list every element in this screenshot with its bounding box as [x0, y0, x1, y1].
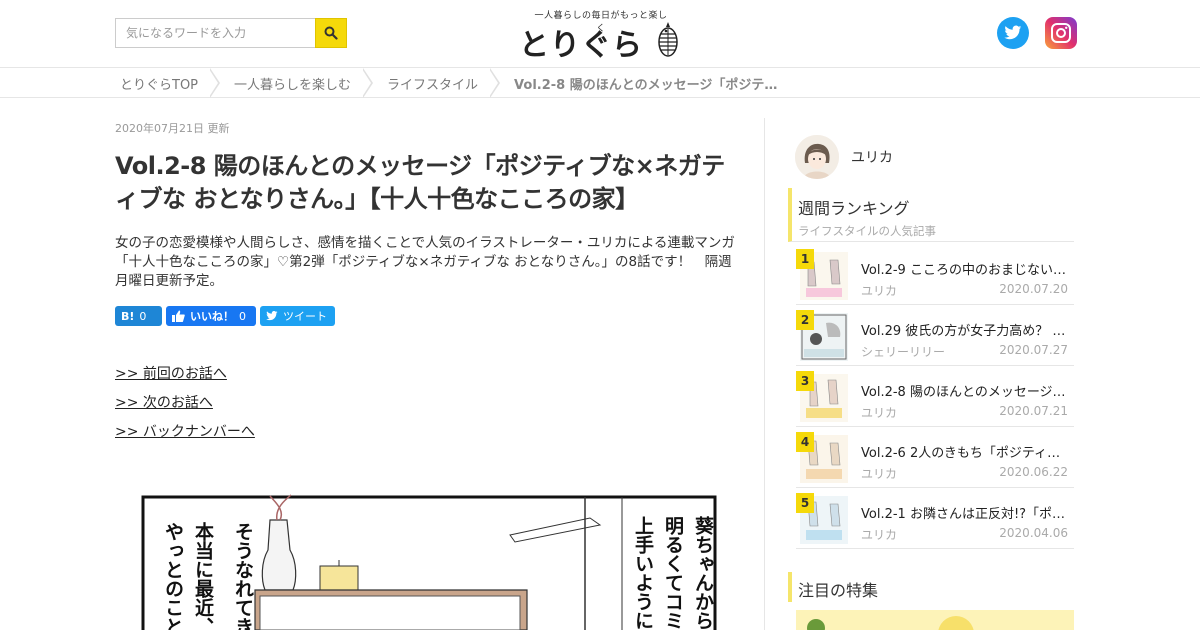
ranking-item-date: 2020.04.06 — [999, 526, 1068, 540]
search-icon — [324, 26, 338, 40]
feature-header: 注目の特集 — [788, 572, 1074, 602]
author-profile[interactable]: ユリカ — [795, 135, 893, 179]
ranking-item-title[interactable]: Vol.2-6 2人のきもち「ポジティブ… — [861, 442, 1066, 461]
manga-text-right-2: 明るくてコミュ — [662, 516, 684, 630]
article-date: 2020年07月21日 更新 — [115, 122, 230, 135]
ranking-item-title[interactable]: Vol.2-9 こころの中のおまじない… — [861, 259, 1066, 278]
episode-links: >> 前回のお話へ >> 次のお話へ >> バックナンバーへ — [115, 360, 255, 447]
ranking-item[interactable]: 5 Vol.2-1 お隣さんは正反対!?「ポ… ユリカ 2020.04.06 — [796, 488, 1074, 549]
search-input[interactable] — [115, 18, 315, 48]
twitter-icon — [1004, 25, 1022, 40]
facebook-like-count: 0 — [239, 309, 246, 323]
article-title: Vol.2-8 陽のほんとのメッセージ「ポジティブな×ネガティブな おとなりさん… — [115, 152, 725, 213]
author-avatar — [795, 135, 839, 179]
breadcrumb-link[interactable]: ライフスタイル — [387, 74, 478, 93]
facebook-like-label: いいね！ — [190, 310, 234, 323]
ranking-item-author: ユリカ — [861, 467, 898, 481]
twitter-bird-icon — [266, 311, 278, 321]
previous-episode-link[interactable]: >> 前回のお話へ — [115, 360, 255, 389]
breadcrumb-separator — [489, 68, 502, 98]
search-form — [115, 18, 347, 48]
share-buttons: B! 0 いいね！ 0 ツイート — [115, 306, 335, 326]
ranking-item[interactable]: 3 Vol.2-8 陽のほんとのメッセージ… ユリカ 2020.07.21 — [796, 366, 1074, 427]
ranking-title: 週間ランキング — [798, 199, 910, 218]
site-logo[interactable]: 一人暮らしの毎日がもっと楽しく とりぐら — [513, 8, 689, 63]
ranking-header: 週間ランキング ライフスタイルの人気記事 — [788, 188, 1074, 242]
back-number-link[interactable]: >> バックナンバーへ — [115, 418, 255, 447]
manga-illustration: そうなれてき 本当に最近、 やっとのこと 葵ちゃんからし 明るくてコミュ 上手い… — [141, 494, 717, 630]
breadcrumb-item-lifestyle[interactable]: ライフスタイル — [382, 68, 484, 98]
breadcrumb-link[interactable]: 一人暮らしを楽しむ — [234, 74, 351, 93]
ranking-item[interactable]: 2 Vol.29 彼氏の方が女子力高め？ … シェリーリリー 2020.07.2… — [796, 305, 1074, 366]
manga-text-right-1: 葵ちゃんからし — [692, 515, 715, 630]
bird-logo-icon — [658, 22, 678, 57]
breadcrumb: とりぐらTOP 一人暮らしを楽しむ ライフスタイル Vol.2-8 陽のほんとの… — [0, 68, 1200, 98]
hatena-bookmark-button[interactable]: B! 0 — [115, 306, 162, 326]
thumbs-up-icon — [172, 310, 185, 322]
rank-number: 4 — [796, 432, 814, 452]
ranking-item-title[interactable]: Vol.2-8 陽のほんとのメッセージ… — [861, 381, 1066, 400]
breadcrumb-separator — [209, 68, 222, 98]
manga-text-left-2: 本当に最近、 — [192, 521, 214, 630]
ranking-item-title[interactable]: Vol.2-1 お隣さんは正反対!?「ポ… — [861, 503, 1066, 522]
breadcrumb-item-enjoy[interactable]: 一人暮らしを楽しむ — [229, 68, 357, 98]
manga-text-left-1: やっとのこと — [162, 522, 184, 630]
ranking-item-author: シェリーリリー — [861, 345, 946, 359]
rank-number: 3 — [796, 371, 814, 391]
facebook-like-button[interactable]: いいね！ 0 — [166, 306, 256, 326]
manga-text-right-3: 上手いように見 — [632, 516, 654, 630]
twitter-link[interactable] — [997, 17, 1029, 49]
next-episode-link[interactable]: >> 次のお話へ — [115, 389, 255, 418]
ranking-item-title[interactable]: Vol.29 彼氏の方が女子力高め？ … — [861, 320, 1066, 339]
ranking-list: 1 Vol.2-9 こころの中のおまじない… ユリカ 2020.07.20 2 … — [796, 244, 1074, 549]
article-lead: 女の子の恋愛模様や人間らしさ、感情を描くことで人気のイラストレーター・ユリカによ… — [115, 235, 735, 289]
ranking-item[interactable]: 4 Vol.2-6 2人のきもち「ポジティブ… ユリカ 2020.06.22 — [796, 427, 1074, 488]
ranking-item-date: 2020.07.21 — [999, 404, 1068, 418]
ranking-item-author: ユリカ — [861, 528, 898, 542]
ranking-item-date: 2020.07.27 — [999, 343, 1068, 357]
breadcrumb-item-top[interactable]: とりぐらTOP — [115, 68, 204, 98]
rank-number: 2 — [796, 310, 814, 330]
breadcrumb-link[interactable]: とりぐらTOP — [120, 74, 198, 93]
rank-number: 1 — [796, 249, 814, 269]
site-header: 一人暮らしの毎日がもっと楽しく とりぐら — [0, 0, 1200, 68]
rank-number: 5 — [796, 493, 814, 513]
author-name[interactable]: ユリカ — [851, 147, 893, 167]
search-button[interactable] — [315, 18, 347, 48]
ranking-subtitle: ライフスタイルの人気記事 — [798, 224, 936, 238]
breadcrumb-item-current: Vol.2-8 陽のほんとのメッセージ「ポジテ… — [514, 77, 778, 93]
instagram-icon — [1051, 23, 1071, 43]
ranking-item-author: ユリカ — [861, 406, 898, 420]
hatena-count: 0 — [139, 309, 147, 323]
ranking-item[interactable]: 1 Vol.2-9 こころの中のおまじない… ユリカ 2020.07.20 — [796, 244, 1074, 305]
feature-banner-image[interactable] — [796, 610, 1074, 630]
ranking-item-author: ユリカ — [861, 284, 898, 298]
tweet-label: ツイート — [283, 310, 327, 323]
hatena-icon: B! — [121, 309, 135, 323]
ranking-item-date: 2020.06.22 — [999, 465, 1068, 479]
logo-text: とりぐら — [519, 28, 643, 63]
manga-panel-image: そうなれてき 本当に最近、 やっとのこと 葵ちゃんからし 明るくてコミュ 上手い… — [115, 480, 745, 630]
ranking-item-date: 2020.07.20 — [999, 282, 1068, 296]
manga-text-left-3: そうなれてき — [232, 522, 254, 630]
column-divider — [764, 118, 765, 630]
instagram-link[interactable] — [1045, 17, 1077, 49]
tweet-button[interactable]: ツイート — [260, 306, 335, 326]
breadcrumb-separator — [362, 68, 375, 98]
